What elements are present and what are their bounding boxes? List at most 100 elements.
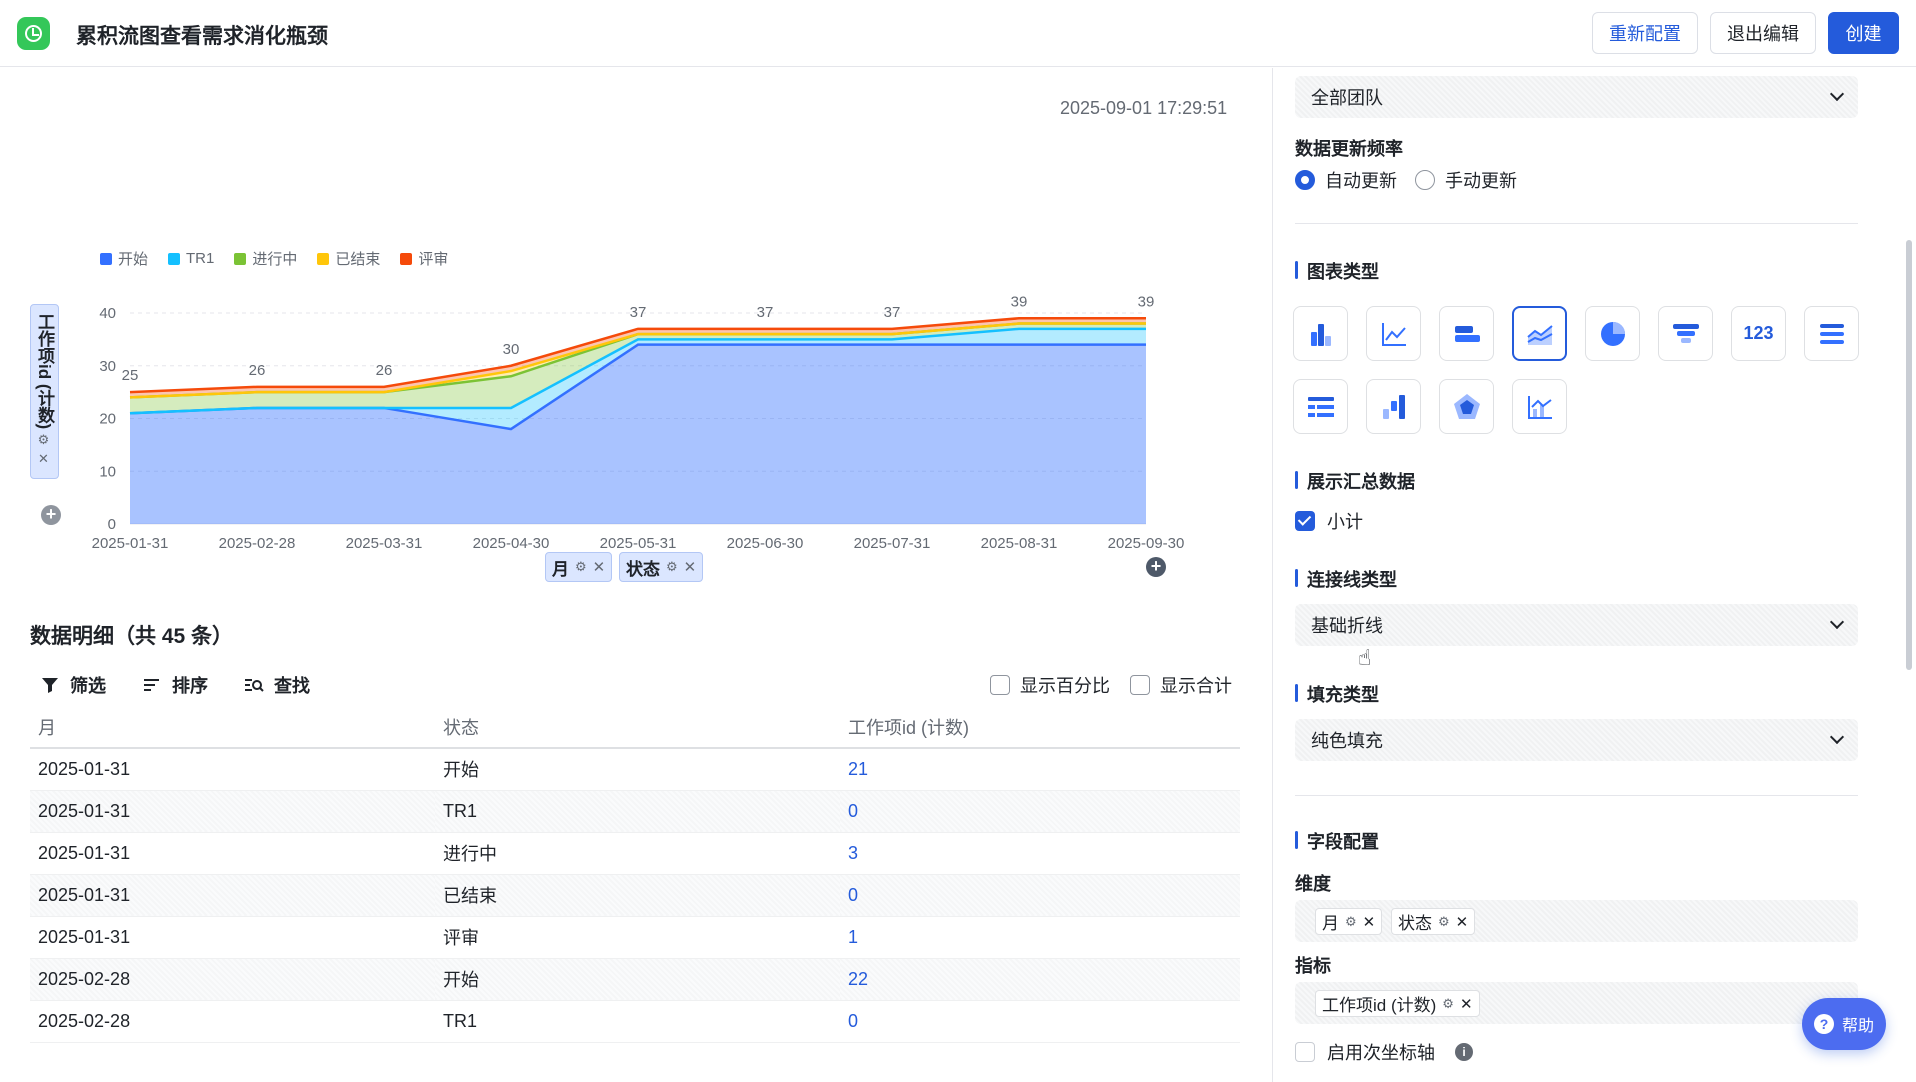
- fill-type-value: 纯色填充: [1311, 731, 1383, 751]
- fill-type-select[interactable]: 纯色填充: [1295, 719, 1858, 761]
- gear-icon[interactable]: ⚙: [666, 559, 678, 575]
- chart-type-horizontal-bar[interactable]: [1439, 306, 1494, 361]
- checkbox-box[interactable]: [1295, 1042, 1315, 1062]
- count-cell[interactable]: 22: [840, 958, 1240, 1001]
- metric-label: 指标: [1295, 956, 1331, 976]
- checkbox-box[interactable]: [1130, 675, 1150, 695]
- chart-type-bar[interactable]: [1293, 306, 1348, 361]
- chart-type-line[interactable]: [1366, 306, 1421, 361]
- count-cell[interactable]: 21: [840, 748, 1240, 791]
- info-icon[interactable]: i: [1455, 1043, 1473, 1061]
- column-header[interactable]: 月: [30, 706, 435, 749]
- team-select[interactable]: 全部团队: [1295, 76, 1858, 118]
- x-tick-label: 2025-08-31: [981, 535, 1058, 552]
- chart-type-area[interactable]: [1512, 306, 1567, 361]
- column-header[interactable]: 状态: [435, 706, 840, 749]
- radar-chart-icon: [1453, 393, 1480, 419]
- metric-drop-zone[interactable]: 工作项id (计数) ⚙ ✕: [1295, 982, 1858, 1024]
- panel-scrollbar[interactable]: [1906, 240, 1912, 670]
- x-tick-label: 2025-09-30: [1108, 535, 1185, 552]
- chart-type-label: 图表类型: [1295, 258, 1379, 284]
- dimension-chip-month[interactable]: 月 ⚙ ✕: [1315, 908, 1383, 935]
- manual-update-radio[interactable]: 手动更新: [1415, 167, 1517, 193]
- radio-dot[interactable]: [1295, 170, 1315, 190]
- checkbox-box[interactable]: [990, 675, 1010, 695]
- metric-chip[interactable]: 工作项id (计数) ⚙ ✕: [1315, 990, 1480, 1017]
- gear-icon[interactable]: ⚙: [1345, 914, 1357, 930]
- filter-icon: [42, 678, 58, 693]
- chevron-down-icon: [1829, 729, 1845, 745]
- exit-edit-button[interactable]: 退出编辑: [1710, 12, 1816, 54]
- help-button[interactable]: ? 帮助: [1802, 998, 1886, 1050]
- chart-container: 开始 TR1 进行中 已结束 评审 0 10 20 30 40 25 26 26 30 37 37 37 39 3…: [0, 168, 1272, 588]
- add-dimension-icon[interactable]: +: [1146, 557, 1166, 577]
- filter-button[interactable]: 筛选: [40, 672, 106, 698]
- status-cell: 开始: [435, 958, 840, 1001]
- sort-button[interactable]: 排序: [142, 672, 208, 698]
- chart-type-radar[interactable]: [1439, 379, 1494, 434]
- gear-icon[interactable]: ⚙: [37, 433, 52, 448]
- fill-type-label: 填充类型: [1295, 681, 1379, 707]
- create-button[interactable]: 创建: [1828, 12, 1899, 54]
- close-icon[interactable]: ✕: [1460, 995, 1473, 1013]
- close-icon[interactable]: ✕: [1456, 913, 1469, 931]
- gear-icon[interactable]: ⚙: [1442, 996, 1454, 1012]
- chart-type-combo[interactable]: [1512, 379, 1567, 434]
- top-bar: 累积流图查看需求消化瓶颈 重新配置 退出编辑 创建: [0, 0, 1916, 67]
- x-tick-label: 2025-04-30: [473, 535, 550, 552]
- sort-label: 排序: [172, 676, 208, 696]
- search-icon: [245, 679, 264, 692]
- gear-icon[interactable]: ⚙: [575, 559, 587, 575]
- chart-type-number[interactable]: 123: [1731, 306, 1786, 361]
- detail-title: 数据明细（共 45 条）: [30, 625, 234, 648]
- reconfigure-button[interactable]: 重新配置: [1592, 12, 1698, 54]
- bar-chart-icon: [1310, 323, 1331, 346]
- yaxis-field-chip[interactable]: 工作项id (计数) ⚙ ✕: [30, 304, 59, 479]
- count-cell[interactable]: 0: [840, 874, 1240, 917]
- metric-chip-label: 工作项id (计数): [1322, 996, 1437, 1015]
- close-icon[interactable]: ✕: [1363, 913, 1376, 931]
- data-label: 39: [1011, 293, 1028, 310]
- chart-type-waterfall[interactable]: [1366, 379, 1421, 434]
- month-cell: 2025-02-28: [30, 958, 435, 1001]
- close-icon[interactable]: ✕: [684, 558, 697, 576]
- chart-type-table[interactable]: [1293, 379, 1348, 434]
- chart-type-pie[interactable]: [1585, 306, 1640, 361]
- count-cell[interactable]: 1: [840, 916, 1240, 959]
- chart-type-funnel[interactable]: [1658, 306, 1713, 361]
- subtotal-checkbox[interactable]: 小计: [1295, 508, 1363, 534]
- divider: [1295, 795, 1858, 796]
- row-chip-month[interactable]: 月 ⚙ ✕: [545, 552, 613, 582]
- data-label: 39: [1138, 293, 1155, 310]
- checkbox-checked-icon[interactable]: [1295, 511, 1315, 531]
- dimension-label: 维度: [1295, 874, 1331, 894]
- close-icon[interactable]: ✕: [37, 452, 52, 467]
- team-select-value: 全部团队: [1311, 88, 1383, 108]
- radio-dot[interactable]: [1415, 170, 1435, 190]
- month-cell: 2025-01-31: [30, 748, 435, 791]
- dimension-chip-status[interactable]: 状态 ⚙ ✕: [1391, 908, 1476, 935]
- gear-icon[interactable]: ⚙: [1438, 914, 1450, 930]
- area-series-0: [130, 344, 1146, 524]
- add-yaxis-icon[interactable]: +: [41, 505, 61, 525]
- show-percent-checkbox[interactable]: 显示百分比: [990, 672, 1110, 698]
- table-chart-icon: [1307, 396, 1334, 417]
- count-cell[interactable]: 0: [840, 790, 1240, 833]
- table-row: 2025-02-28 开始 22: [30, 958, 1240, 1001]
- dimension-drop-zone[interactable]: 月 ⚙ ✕ 状态 ⚙ ✕: [1295, 900, 1858, 942]
- dimension-chip-label: 月: [1322, 914, 1339, 933]
- count-cell[interactable]: 0: [840, 1000, 1240, 1043]
- close-icon[interactable]: ✕: [593, 558, 606, 576]
- row-chip-status[interactable]: 状态 ⚙ ✕: [619, 552, 704, 582]
- line-type-select[interactable]: 基础折线: [1295, 604, 1858, 646]
- show-total-checkbox[interactable]: 显示合计: [1130, 672, 1232, 698]
- find-button[interactable]: 查找: [244, 672, 310, 698]
- sort-icon: [144, 679, 159, 691]
- count-cell[interactable]: 3: [840, 832, 1240, 875]
- waterfall-chart-icon: [1382, 394, 1405, 419]
- chart-type-list[interactable]: [1804, 306, 1859, 361]
- secondary-axis-checkbox[interactable]: 启用次坐标轴 i: [1295, 1039, 1473, 1065]
- column-header[interactable]: 工作项id (计数): [840, 706, 1240, 749]
- auto-update-radio[interactable]: 自动更新: [1295, 167, 1397, 193]
- status-cell: 进行中: [435, 832, 840, 875]
